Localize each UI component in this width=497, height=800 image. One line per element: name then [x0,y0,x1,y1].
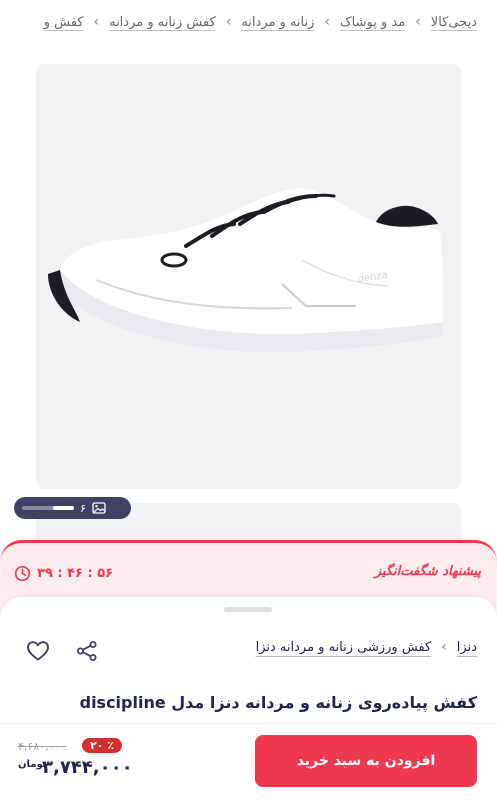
breadcrumb-separator: › [93,14,100,30]
old-price: ۴,۶۸۰,۰۰۰ [18,740,67,753]
breadcrumb: دیجی‌کالا › مد و پوشاک › زنانه و مردانه … [0,0,497,44]
offer-title: پیشنهاد شگفت‌انگیز [374,564,481,579]
breadcrumb-separator: › [324,14,331,30]
breadcrumb-separator: › [225,14,232,30]
breadcrumb-shoes[interactable]: کفش زنانه و مردانه [109,15,216,30]
image-count: ۶ [80,501,86,515]
breadcrumb-separator: › [415,14,421,30]
product-title: کفش پیاده‌روی زنانه و مردانه دنزا مدل di… [79,693,477,712]
share-icon[interactable] [74,638,100,664]
add-to-cart-button[interactable]: افزودن به سبد خرید [255,735,477,787]
heart-icon[interactable] [25,638,51,664]
discount-badge: ۲۰ ٪ [82,738,122,753]
divider [0,723,497,724]
offer-timer-text: ۳۹ : ۴۶ : ۵۶ [37,566,114,581]
product-info-sheet: دنزا › کفش ورزشی زنانه و مردانه دنزا کفش… [0,597,497,800]
breadcrumb-fashion[interactable]: مد و پوشاک [340,15,405,30]
brand-link[interactable]: دنزا [457,640,477,655]
sheet-drag-handle[interactable] [224,607,272,612]
category-link[interactable]: کفش ورزشی زنانه و مردانه دنزا [256,640,432,655]
currency-label: تومان [18,759,47,770]
breadcrumb-unisex[interactable]: زنانه و مردانه [241,15,314,30]
final-price: ۳,۷۴۴,۰۰۰ [42,757,133,778]
price-box: ۴,۶۸۰,۰۰۰ ۲۰ ٪ تومان ۳,۷۴۴,۰۰۰ [18,738,138,788]
image-gallery-counter[interactable]: ۶ [14,497,131,519]
gallery-progress [22,506,74,510]
offer-countdown: ۳۹ : ۴۶ : ۵۶ [14,565,113,582]
breadcrumb-shoes-more[interactable]: کفش و [44,15,84,30]
brand-separator: › [441,639,447,655]
breadcrumb-digikala[interactable]: دیجی‌کالا [431,15,477,30]
brand-category-row: دنزا › کفش ورزشی زنانه و مردانه دنزا [256,639,477,655]
clock-icon [14,565,31,582]
product-image[interactable]: denza [36,64,461,489]
image-icon [92,502,106,514]
sneaker-image: denza [48,188,444,353]
